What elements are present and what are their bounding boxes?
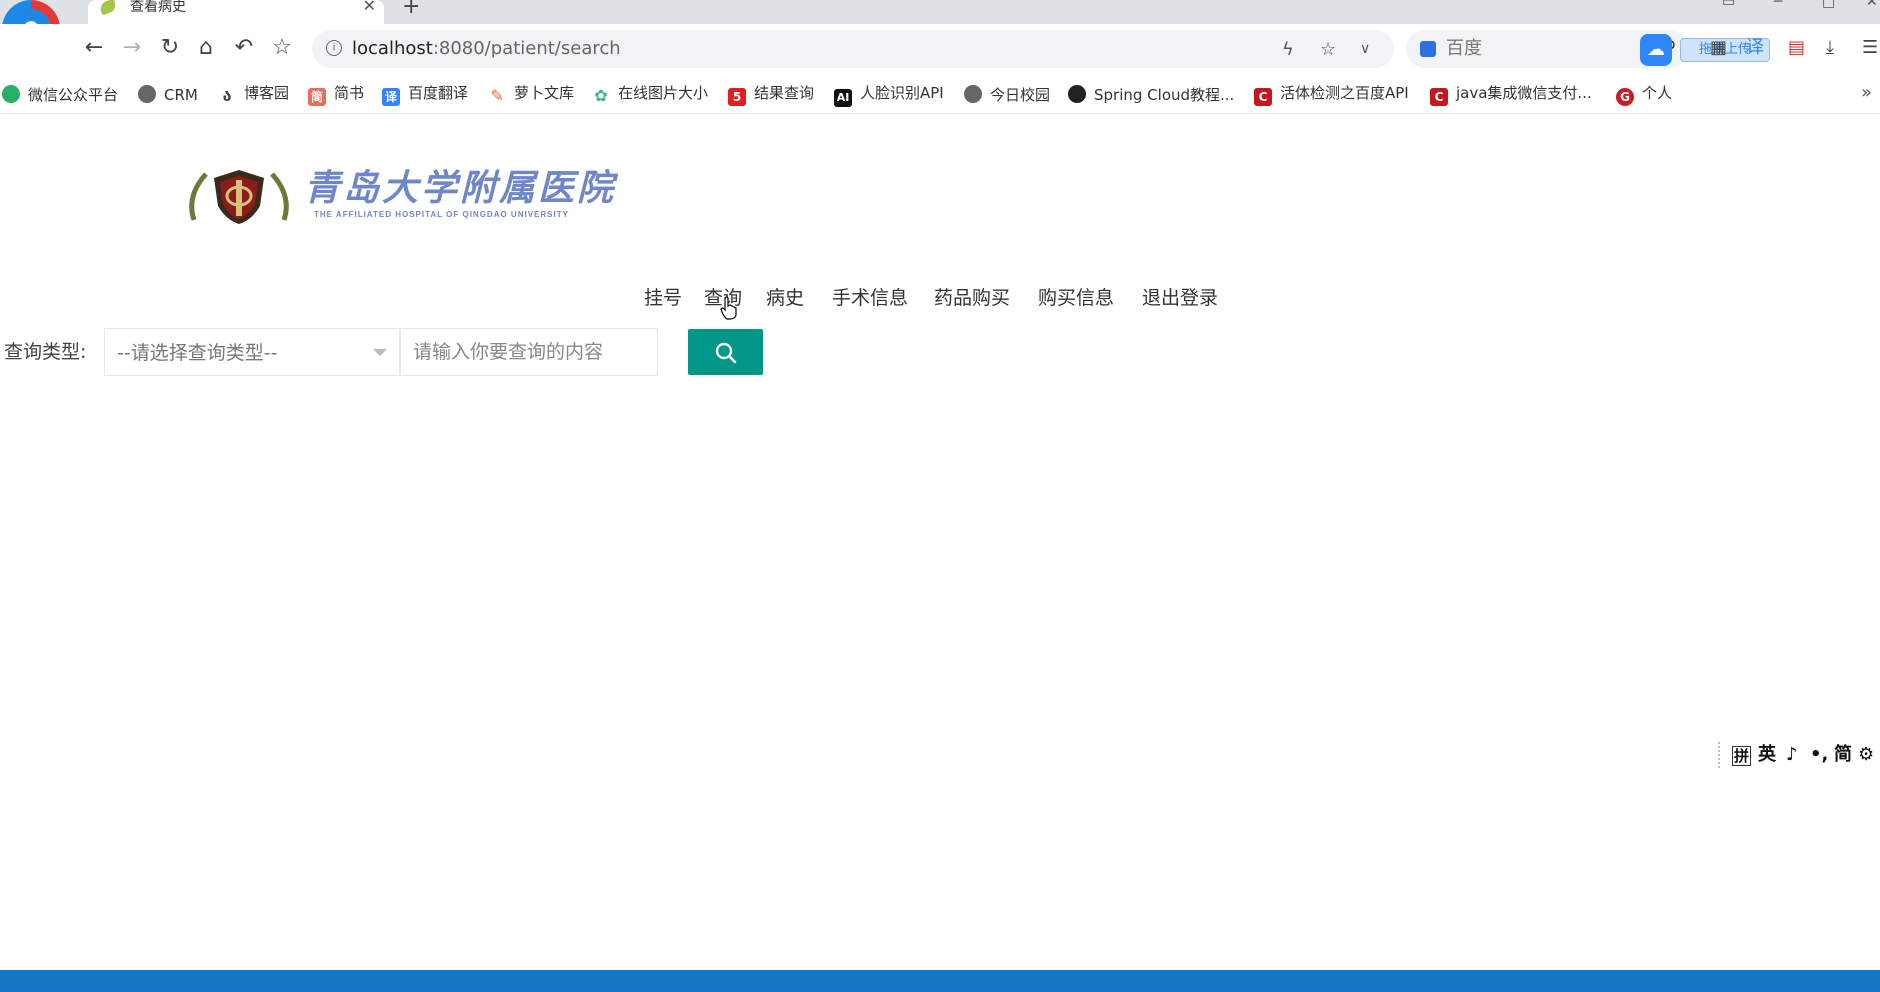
- ime-toolbar: 拼 英 ♪ •, 简 ⚙: [1718, 742, 1878, 768]
- bookmark-item[interactable]: ✿ 在线图片大小: [592, 85, 708, 105]
- translate-icon: 译: [382, 88, 400, 106]
- globe-icon: [138, 85, 156, 103]
- browser-tab-strip: 查看病史 ✕ + ▭ ─ □ ✕: [0, 0, 1880, 24]
- tab-title: 查看病史: [130, 0, 186, 15]
- bookmark-item[interactable]: ✎ 萝卜文库: [488, 85, 574, 105]
- cnblogs-icon: ა: [218, 87, 236, 105]
- forward-icon[interactable]: →: [118, 36, 146, 60]
- search-icon: [715, 342, 737, 364]
- bookmark-item[interactable]: ა 博客园: [218, 85, 289, 105]
- hand-cursor-icon: [720, 296, 737, 320]
- bookmark-star-icon[interactable]: ☆: [268, 36, 296, 60]
- chevron-down-icon: [373, 349, 387, 356]
- bookmark-item[interactable]: 微信公众平台: [2, 85, 118, 103]
- bookmark-item[interactable]: C 活体检测之百度API: [1254, 85, 1409, 106]
- csdn-icon: C: [1430, 88, 1448, 106]
- hospital-emblem-icon: [189, 170, 289, 224]
- search-button[interactable]: [688, 329, 763, 375]
- bookmark-item[interactable]: CRM: [138, 85, 198, 103]
- download-icon[interactable]: ⤓: [1826, 36, 1834, 60]
- tab-close-icon[interactable]: ✕: [363, 0, 376, 14]
- hospital-name-english: THE AFFILIATED HOSPITAL OF QINGDAO UNIVE…: [314, 210, 569, 219]
- nav-item-logout[interactable]: 退出登录: [1142, 284, 1218, 312]
- wechat-icon: [2, 85, 20, 103]
- hospital-logo: 青岛大学附属医院 THE AFFILIATED HOSPITAL OF QING…: [186, 166, 622, 228]
- bookmark-item[interactable]: 5 结果查询: [728, 85, 814, 106]
- window-close-icon[interactable]: ✕: [1866, 0, 1878, 10]
- browser-toolbar: ← → ↻ ⌂ ↶ ☆ i localhost:8080/patient/sea…: [0, 24, 1880, 72]
- carrot-icon: ✎: [488, 87, 506, 105]
- nav-item-purchase-info[interactable]: 购买信息: [1038, 284, 1114, 312]
- qrcode-icon[interactable]: ▦: [1710, 36, 1727, 60]
- flower-icon: ✿: [592, 87, 610, 105]
- nav-item-history[interactable]: 病史: [766, 284, 804, 312]
- lightning-icon[interactable]: ϟ: [1282, 39, 1294, 60]
- query-form: 查询类型: --请选择查询类型--: [0, 328, 780, 376]
- query-type-label: 查询类型:: [4, 341, 87, 363]
- jianshu-icon: 简: [308, 88, 326, 106]
- ime-moon-icon[interactable]: ♪: [1786, 744, 1798, 766]
- window-maximize-icon[interactable]: □: [1822, 0, 1835, 10]
- ime-punctuation-icon[interactable]: •,: [1810, 744, 1828, 766]
- gitee-icon: G: [1616, 88, 1634, 106]
- url-text[interactable]: localhost:8080/patient/search: [352, 40, 621, 58]
- back-icon[interactable]: ←: [80, 36, 108, 60]
- bookmark-item[interactable]: Spring Cloud教程...: [1068, 85, 1234, 103]
- nav-item-buy-drugs[interactable]: 药品购买: [934, 284, 1010, 312]
- github-icon: [1068, 85, 1086, 103]
- site-info-icon[interactable]: i: [326, 40, 342, 56]
- bookmarks-overflow-icon[interactable]: »: [1861, 82, 1872, 103]
- query-type-select[interactable]: --请选择查询类型--: [104, 328, 400, 376]
- baidu-paw-icon: [1420, 41, 1436, 57]
- query-type-selected: --请选择查询类型--: [117, 342, 278, 364]
- window-minimize-icon[interactable]: ─: [1774, 0, 1782, 10]
- bookmarks-bar: 微信公众平台 CRM ა 博客园 简简书 译百度翻译 ✎ 萝卜文库 ✿ 在线图片大小 …: [0, 72, 1880, 114]
- hospital-name: 青岛大学附属医院: [304, 167, 617, 209]
- pdf-icon[interactable]: ▤: [1788, 36, 1805, 60]
- bookmark-item[interactable]: 译百度翻译: [382, 85, 468, 106]
- address-bar[interactable]: i localhost:8080/patient/search ϟ ☆ ∨: [312, 30, 1394, 68]
- ime-english-toggle[interactable]: 英: [1758, 744, 1776, 766]
- nav-item-register[interactable]: 挂号: [644, 284, 682, 312]
- ime-pinyin-toggle[interactable]: 拼: [1732, 746, 1752, 766]
- ime-simplified-toggle[interactable]: 简: [1834, 744, 1852, 766]
- ime-settings-icon[interactable]: ⚙: [1858, 744, 1874, 766]
- query-content-input[interactable]: [400, 328, 658, 376]
- globe-icon: [964, 85, 982, 103]
- ai-icon: AI: [834, 89, 852, 107]
- chevron-down-icon[interactable]: ∨: [1360, 41, 1370, 57]
- main-nav: 挂号 查询 病史 手术信息 药品购买 购买信息 退出登录: [0, 284, 1880, 312]
- leaf-favicon-icon: [98, 0, 118, 16]
- page-footer: [0, 970, 1880, 992]
- search-engine-placeholder: 百度: [1446, 38, 1482, 59]
- menu-icon[interactable]: ☰: [1862, 36, 1878, 60]
- reload-icon[interactable]: ↻: [156, 36, 184, 60]
- new-tab-button[interactable]: +: [402, 0, 420, 18]
- translate-icon[interactable]: 译: [1746, 36, 1764, 60]
- csdn-icon: C: [1254, 88, 1272, 106]
- window-pin-icon[interactable]: ▭: [1722, 0, 1735, 10]
- bookmark-item[interactable]: 简简书: [308, 85, 364, 106]
- nav-item-surgery[interactable]: 手术信息: [832, 284, 908, 312]
- cloud-icon: ☁: [1640, 34, 1672, 66]
- bookmark-item[interactable]: Cjava集成微信支付...: [1430, 85, 1592, 106]
- bookmark-item[interactable]: AI 人脸识别API: [834, 85, 944, 107]
- undo-icon[interactable]: ↶: [230, 36, 258, 60]
- five-icon: 5: [728, 88, 746, 106]
- browser-tab-active[interactable]: 查看病史 ✕: [88, 0, 384, 24]
- favorite-star-icon[interactable]: ☆: [1320, 39, 1336, 60]
- bookmark-item[interactable]: 今日校园: [964, 85, 1050, 103]
- bookmark-item[interactable]: G 个人: [1616, 85, 1672, 106]
- home-icon[interactable]: ⌂: [192, 36, 220, 60]
